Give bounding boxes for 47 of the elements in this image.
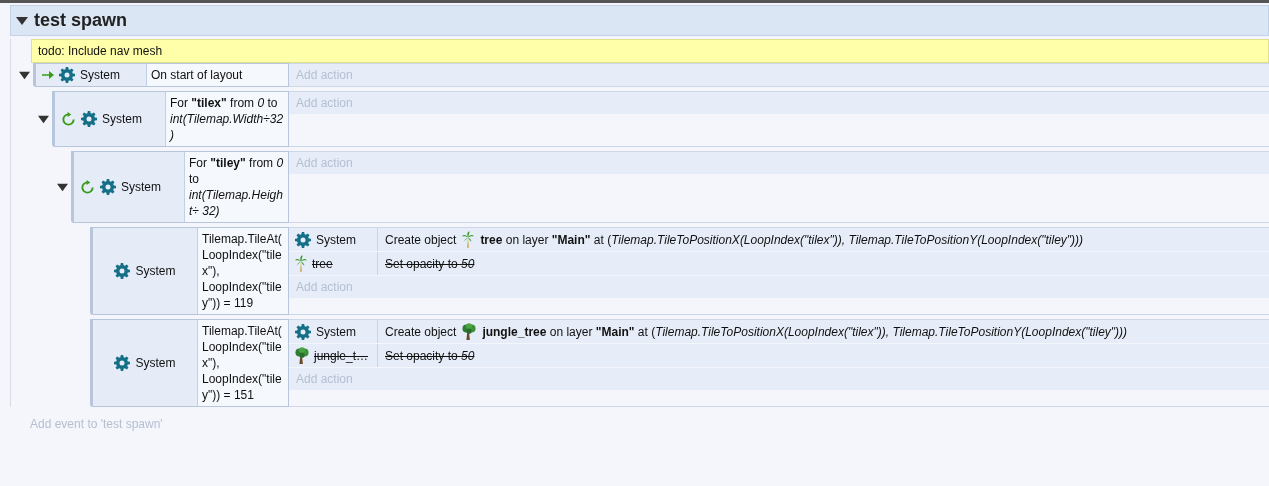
object-name: System xyxy=(316,232,356,247)
condition-object[interactable]: System xyxy=(93,320,197,406)
condition-text[interactable]: Tilemap.TileAt(LoopIndex("tilex"), LoopIndex("tiley")) = 119 xyxy=(197,228,288,314)
condition-text[interactable]: For "tiley" from 0 to int(Tilemap.Height÷ 32) xyxy=(184,152,288,222)
collapse-triangle-icon[interactable] xyxy=(16,14,28,27)
gear-icon xyxy=(114,263,131,279)
action-row[interactable]: System Create object jungle_tree on layer "Main" at (Tilemap.TileToPositionX(LoopIndex("tilex")), Tilemap.TileToPositionY(LoopIndex("tiley"))) xyxy=(289,320,1269,344)
action-row[interactable]: System Create object tree on layer "Main" at (Tilemap.TileToPositionX(LoopIndex("tilex")), Tilemap.TileToPositionY(LoopIndex("tiley"))) xyxy=(289,228,1269,252)
object-name: tree xyxy=(312,256,333,271)
object-name: System xyxy=(121,180,161,194)
object-name: System xyxy=(102,112,142,126)
condition-object[interactable]: System xyxy=(55,92,165,146)
gear-icon xyxy=(295,323,311,340)
action-text: jungle_tree on layer "Main" at (Tilemap.TileToPositionX(LoopIndex("tilex")), Tilemap.TileToPositionY(LoopIndex("tiley"))) xyxy=(482,324,1128,339)
collapse-triangle-icon[interactable] xyxy=(56,181,68,193)
gear-icon xyxy=(295,231,311,248)
object-name: System xyxy=(316,324,356,339)
trigger-arrow-icon xyxy=(42,70,54,80)
action-text: Set opacity to 50 xyxy=(385,348,475,363)
gear-icon xyxy=(100,179,116,195)
object-name: System xyxy=(135,356,176,370)
palm-tree-icon xyxy=(462,230,475,249)
condition-object[interactable]: System xyxy=(93,228,197,314)
loop-icon xyxy=(61,111,76,127)
condition-object[interactable]: System xyxy=(36,64,146,86)
loop-icon xyxy=(80,179,95,195)
condition-object[interactable]: System xyxy=(74,152,184,222)
gear-icon xyxy=(81,111,97,127)
palm-tree-icon xyxy=(295,254,307,273)
object-name: System xyxy=(135,264,176,278)
action-text: Create object xyxy=(385,232,457,247)
action-text: tree on layer "Main" at (Tilemap.TileToPositionX(LoopIndex("tilex")), Tilemap.TileToPositionY(LoopIndex("tiley"))) xyxy=(480,232,1084,247)
action-text: Create object xyxy=(385,324,457,339)
condition-text[interactable]: Tilemap.TileAt(LoopIndex("tilex"), LoopIndex("tiley")) = 151 xyxy=(197,320,288,406)
gear-icon xyxy=(114,355,131,371)
tree-icon xyxy=(295,346,309,365)
collapse-triangle-icon[interactable] xyxy=(18,69,30,81)
condition-text[interactable]: For "tilex" from 0 to int(Tilemap.Width÷32) xyxy=(165,92,288,146)
object-name: jungle_t… xyxy=(314,348,369,363)
comment-note: todo: Include nav mesh xyxy=(31,39,1269,63)
condition-text[interactable]: On start of layout xyxy=(146,64,288,86)
gear-icon xyxy=(59,67,75,83)
object-name: System xyxy=(80,68,120,82)
collapse-triangle-icon[interactable] xyxy=(37,113,49,125)
group-title: test spawn xyxy=(34,10,128,31)
tree-icon xyxy=(462,322,477,341)
action-text: Set opacity to 50 xyxy=(385,256,475,271)
